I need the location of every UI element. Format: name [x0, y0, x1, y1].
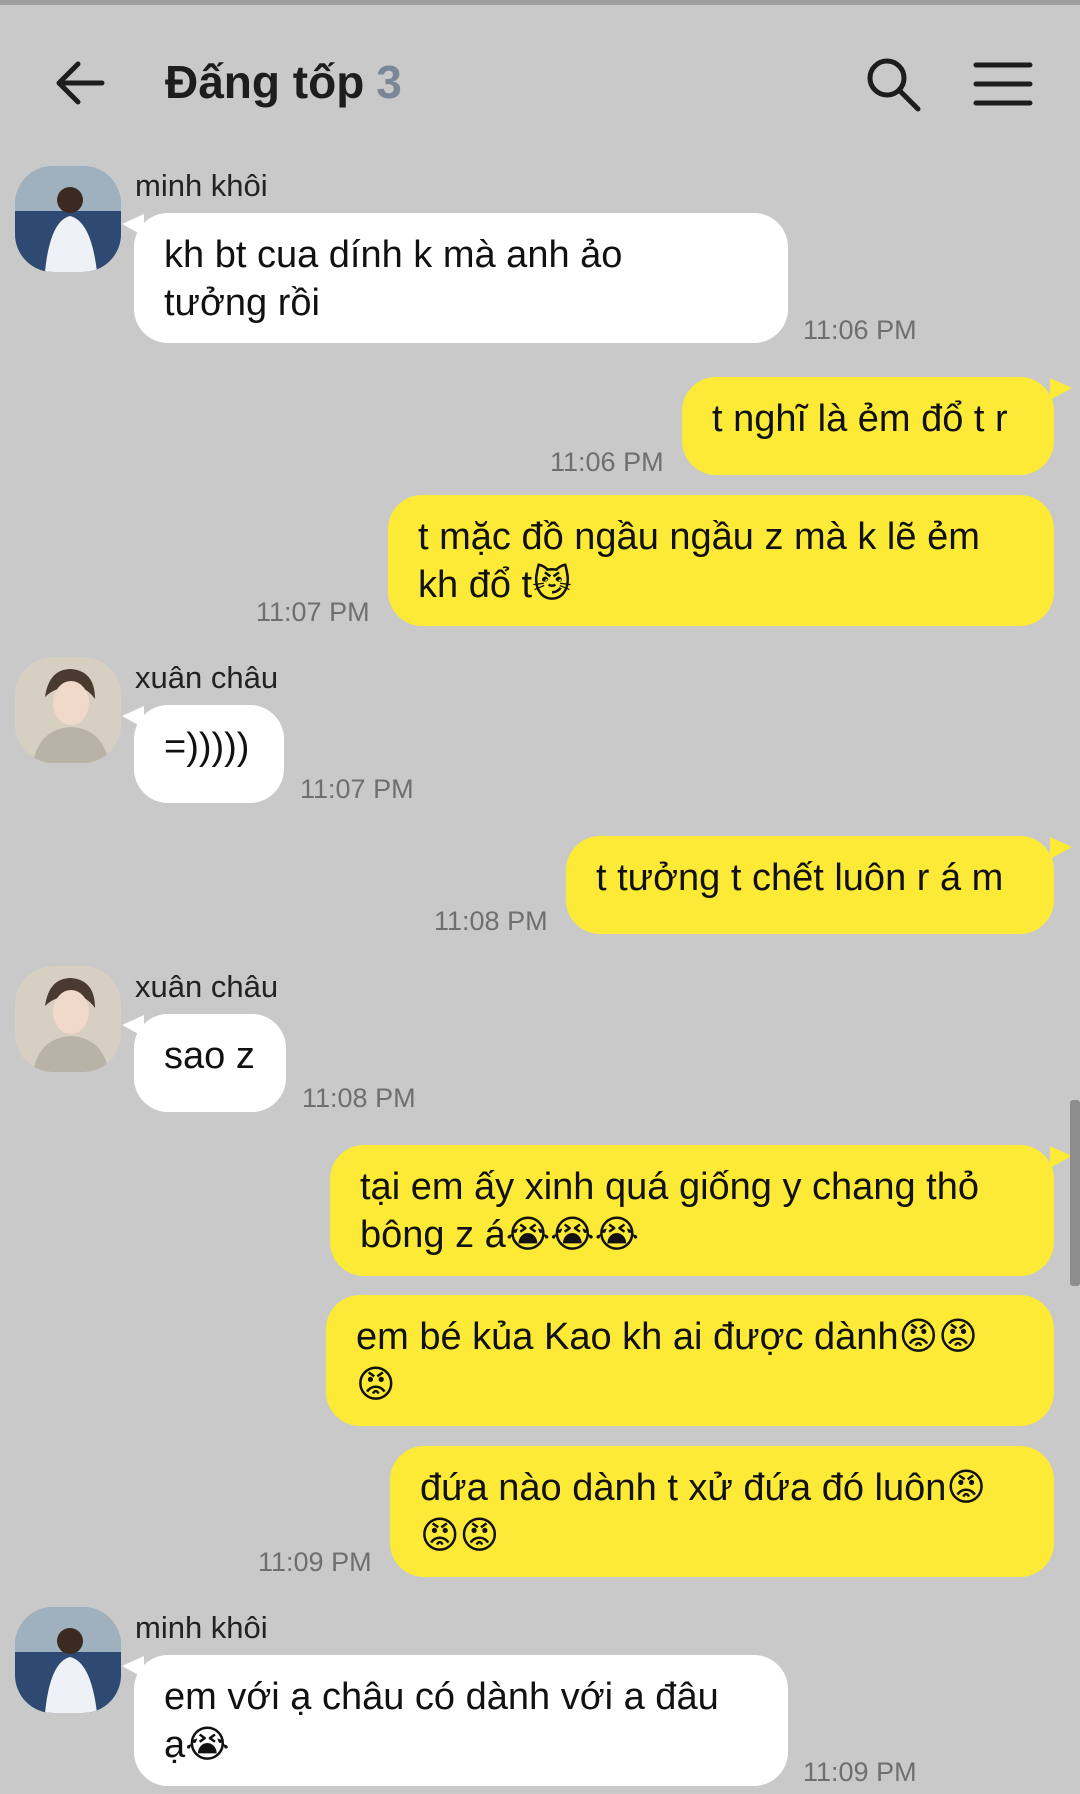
- message-time: 11:06 PM: [803, 315, 917, 345]
- avatar-minh-khoi[interactable]: [15, 166, 121, 272]
- chat-header: Đấng tốp 3: [0, 5, 1080, 160]
- message-bubble[interactable]: em bé kủa Kao kh ai được dành😡😡 😡: [326, 1295, 1054, 1426]
- message-text-line: 😡😡: [420, 1515, 500, 1557]
- message-bubble[interactable]: t nghĩ là ẻm đổ t r: [682, 377, 1054, 475]
- message-text-line: đứa nào dành t xử đứa đó luôn😡: [420, 1467, 986, 1509]
- avatar-xuan-chau[interactable]: [15, 657, 121, 763]
- avatar-xuan-chau[interactable]: [15, 966, 121, 1072]
- message-text-line: kh đổ t😼: [418, 564, 572, 606]
- message-time: 11:06 PM: [550, 447, 664, 477]
- sender-name: xuân châu: [135, 660, 279, 695]
- sender-name: minh khôi: [135, 1610, 268, 1645]
- message-text-line: kh bt cua dính k mà anh ảo: [164, 234, 623, 276]
- message-time: 11:09 PM: [258, 1547, 372, 1577]
- message-text-line: tại em ấy xinh quá giống y chang thỏ: [360, 1166, 979, 1208]
- message-text-line: ạ😭: [164, 1724, 230, 1766]
- message-text-line: sao z: [164, 1035, 255, 1077]
- avatar-minh-khoi[interactable]: [15, 1607, 121, 1713]
- message-bubble[interactable]: tại em ấy xinh quá giống y chang thỏ bôn…: [330, 1145, 1054, 1276]
- message-bubble[interactable]: =))))): [134, 705, 284, 803]
- message-text-line: bông z á😭😭😭: [360, 1214, 639, 1256]
- sender-name: minh khôi: [135, 168, 268, 203]
- message-time: 11:08 PM: [434, 906, 548, 936]
- search-icon[interactable]: [862, 53, 924, 115]
- message-text-line: em bé kủa Kao kh ai được dành😡😡: [356, 1316, 978, 1358]
- hamburger-menu-icon[interactable]: [972, 59, 1034, 109]
- message-time: 11:07 PM: [300, 774, 414, 804]
- scrollbar-thumb[interactable]: [1070, 1100, 1080, 1286]
- bubble-tail: [1050, 1146, 1072, 1168]
- message-bubble[interactable]: t mặc đồ ngầu ngầu z mà k lẽ ẻm kh đổ t😼: [388, 495, 1054, 626]
- sender-name: xuân châu: [135, 969, 279, 1004]
- arrow-left-icon[interactable]: [50, 53, 110, 113]
- message-bubble[interactable]: kh bt cua dính k mà anh ảo tưởng rồi: [134, 213, 788, 343]
- message-text-line: tưởng rồi: [164, 282, 320, 324]
- chat-title-text: Đấng tốp: [165, 56, 365, 108]
- message-bubble[interactable]: sao z: [134, 1014, 286, 1112]
- message-time: 11:09 PM: [803, 1757, 917, 1787]
- chat-title: Đấng tốp 3: [165, 55, 402, 109]
- bubble-tail: [1050, 837, 1072, 859]
- message-time: 11:08 PM: [302, 1083, 416, 1113]
- bubble-tail: [1050, 378, 1072, 400]
- message-time: 11:07 PM: [256, 597, 370, 627]
- message-bubble[interactable]: em với ạ châu có dành với a đâu ạ😭: [134, 1655, 788, 1786]
- message-text-line: 😡: [356, 1364, 396, 1406]
- message-text-line: t tưởng t chết luôn r á m: [596, 857, 1004, 899]
- message-text-line: =))))): [164, 726, 250, 768]
- message-text-line: t mặc đồ ngầu ngầu z mà k lẽ ẻm: [418, 516, 980, 558]
- message-bubble[interactable]: đứa nào dành t xử đứa đó luôn😡 😡😡: [390, 1446, 1054, 1577]
- message-text-line: t nghĩ là ẻm đổ t r: [712, 398, 1008, 440]
- message-text-line: em với ạ châu có dành với a đâu: [164, 1676, 719, 1718]
- member-count: 3: [376, 56, 402, 108]
- message-bubble[interactable]: t tưởng t chết luôn r á m: [566, 836, 1054, 934]
